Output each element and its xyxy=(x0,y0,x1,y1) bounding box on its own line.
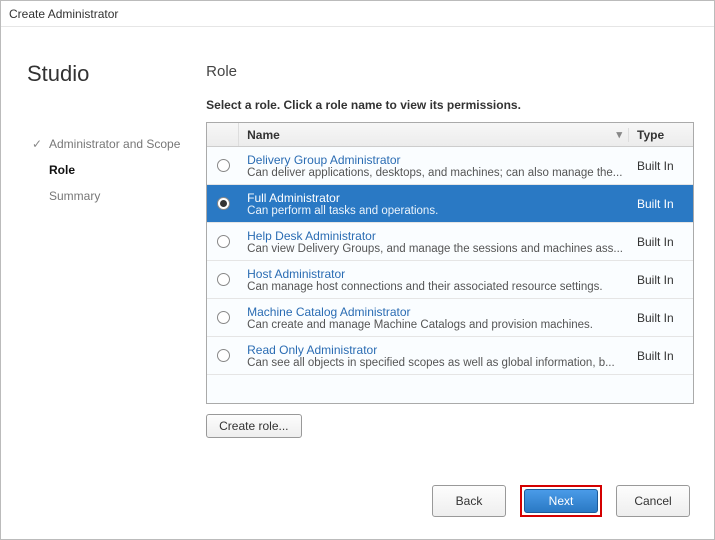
table-header: Name ▾ Type xyxy=(207,123,693,147)
radio-icon xyxy=(217,235,230,248)
radio-icon xyxy=(217,349,230,362)
table-row[interactable]: Read Only AdministratorCan see all objec… xyxy=(207,337,693,375)
role-type: Built In xyxy=(629,235,693,249)
window-body: Studio ✓ Administrator and Scope Role Summa… xyxy=(1,27,714,539)
step-1[interactable]: Role xyxy=(27,157,182,183)
role-title-link[interactable]: Delivery Group Administrator xyxy=(247,153,623,167)
role-title-link[interactable]: Help Desk Administrator xyxy=(247,229,623,243)
cancel-button[interactable]: Cancel xyxy=(616,485,690,517)
role-radio[interactable] xyxy=(207,273,239,286)
table-row[interactable]: Host AdministratorCan manage host connec… xyxy=(207,261,693,299)
step-2[interactable]: Summary xyxy=(27,183,182,209)
role-type: Built In xyxy=(629,273,693,287)
role-type: Built In xyxy=(629,197,693,211)
sidebar: Studio ✓ Administrator and Scope Role Summa… xyxy=(1,27,192,539)
role-type: Built In xyxy=(629,349,693,363)
roles-table: Name ▾ Type Delivery Group Administrator… xyxy=(206,122,694,404)
col-name-label: Name xyxy=(247,128,280,142)
table-row[interactable]: Delivery Group AdministratorCan deliver … xyxy=(207,147,693,185)
wizard-window: Create Administrator Studio ✓ Administrat… xyxy=(0,0,715,540)
below-table: Create role... xyxy=(206,414,694,438)
role-name-cell: Read Only AdministratorCan see all objec… xyxy=(239,343,629,369)
next-highlight: Next xyxy=(520,485,602,517)
role-name-cell: Full AdministratorCan perform all tasks … xyxy=(239,191,629,217)
role-title-link[interactable]: Machine Catalog Administrator xyxy=(247,305,623,319)
next-button[interactable]: Next xyxy=(524,489,598,513)
table-body: Delivery Group AdministratorCan deliver … xyxy=(207,147,693,403)
role-name-cell: Delivery Group AdministratorCan deliver … xyxy=(239,153,629,179)
check-icon: ✓ xyxy=(31,137,43,151)
col-name-header[interactable]: Name ▾ xyxy=(239,128,629,142)
role-radio[interactable] xyxy=(207,197,239,210)
role-name-cell: Machine Catalog AdministratorCan create … xyxy=(239,305,629,331)
brand: Studio xyxy=(27,61,182,87)
role-title-link[interactable]: Host Administrator xyxy=(247,267,623,281)
instruction: Select a role. Click a role name to view… xyxy=(206,98,694,112)
col-type-header[interactable]: Type xyxy=(629,128,693,142)
role-description: Can deliver applications, desktops, and … xyxy=(247,167,623,179)
step-label: Administrator and Scope xyxy=(49,137,180,151)
role-description: Can manage host connections and their as… xyxy=(247,281,623,293)
role-radio[interactable] xyxy=(207,235,239,248)
role-type: Built In xyxy=(629,311,693,325)
step-label: Role xyxy=(49,163,75,177)
role-description: Can see all objects in specified scopes … xyxy=(247,357,623,369)
role-name-cell: Help Desk AdministratorCan view Delivery… xyxy=(239,229,629,255)
page-heading: Role xyxy=(206,63,694,80)
role-title-link[interactable]: Full Administrator xyxy=(247,191,623,205)
role-radio[interactable] xyxy=(207,349,239,362)
window-title: Create Administrator xyxy=(1,1,714,27)
table-row[interactable]: Full AdministratorCan perform all tasks … xyxy=(207,185,693,223)
footer: Back Next Cancel xyxy=(206,469,694,527)
sort-down-icon: ▾ xyxy=(616,128,622,141)
role-name-cell: Host AdministratorCan manage host connec… xyxy=(239,267,629,293)
role-title-link[interactable]: Read Only Administrator xyxy=(247,343,623,357)
role-radio[interactable] xyxy=(207,159,239,172)
radio-icon xyxy=(217,159,230,172)
radio-icon xyxy=(217,311,230,324)
table-row[interactable]: Machine Catalog AdministratorCan create … xyxy=(207,299,693,337)
radio-icon xyxy=(217,197,230,210)
step-label: Summary xyxy=(49,189,100,203)
role-radio[interactable] xyxy=(207,311,239,324)
content: Role Select a role. Click a role name to… xyxy=(192,27,714,539)
radio-icon xyxy=(217,273,230,286)
role-description: Can create and manage Machine Catalogs a… xyxy=(247,319,623,331)
back-button[interactable]: Back xyxy=(432,485,506,517)
create-role-button[interactable]: Create role... xyxy=(206,414,301,438)
role-type: Built In xyxy=(629,159,693,173)
role-description: Can view Delivery Groups, and manage the… xyxy=(247,243,623,255)
role-description: Can perform all tasks and operations. xyxy=(247,205,623,217)
table-row[interactable]: Help Desk AdministratorCan view Delivery… xyxy=(207,223,693,261)
col-radio-header xyxy=(207,123,239,146)
step-0[interactable]: ✓ Administrator and Scope xyxy=(27,131,182,157)
